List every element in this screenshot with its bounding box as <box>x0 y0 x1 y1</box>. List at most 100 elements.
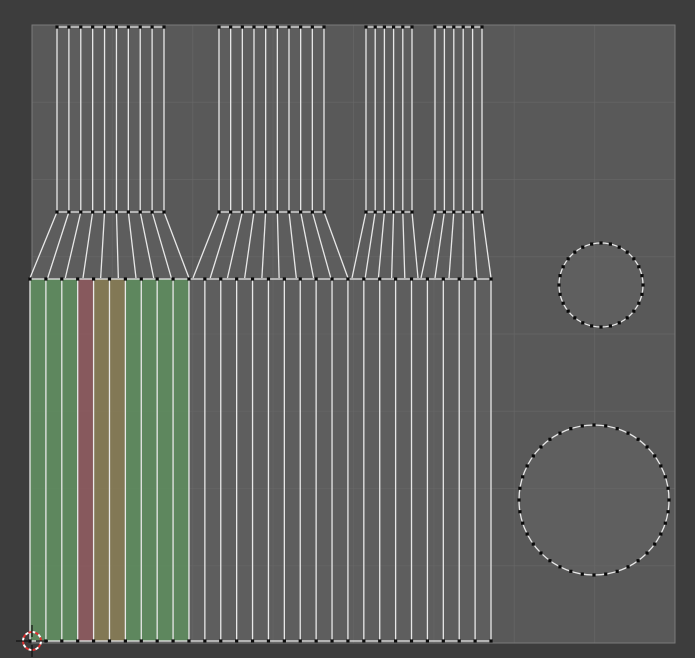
uv-vertex <box>636 437 640 441</box>
uv-vertex <box>604 572 608 576</box>
uv-vertex <box>641 283 645 287</box>
uv-vertex <box>645 445 649 449</box>
uv-vertex <box>107 639 112 643</box>
uv-vertex <box>637 265 641 269</box>
uv-face <box>61 279 78 641</box>
uv-vertex <box>637 301 641 305</box>
uv-vertex <box>441 277 445 281</box>
uv-face <box>152 27 164 212</box>
uv-vertex <box>114 210 119 214</box>
uv-vertex <box>626 431 630 435</box>
uv-vertex <box>590 324 594 328</box>
uv-vertex <box>362 277 366 281</box>
uv-vertex <box>433 25 437 29</box>
uv-vertex <box>299 210 303 214</box>
uv-vertex <box>203 277 207 281</box>
uv-vertex <box>441 639 445 643</box>
uv-vertex <box>229 210 233 214</box>
uv-face <box>220 279 237 641</box>
uv-vertex <box>102 210 107 214</box>
uv-vertex <box>518 510 522 514</box>
uv-face <box>427 279 444 641</box>
uv-vertex <box>592 423 596 427</box>
uv-vertex <box>139 639 143 643</box>
uv-vertex <box>531 542 535 546</box>
uv-vertex <box>663 475 667 479</box>
uv-vertex <box>471 210 475 214</box>
uv-vertex <box>91 25 95 29</box>
uv-vertex <box>229 25 233 29</box>
uv-vertex <box>457 639 461 643</box>
uv-vertex <box>44 277 48 281</box>
uv-face <box>219 27 231 212</box>
uv-vertex <box>401 210 405 214</box>
uv-vertex <box>126 210 130 214</box>
uv-face <box>30 279 46 641</box>
uv-face <box>242 27 254 212</box>
uv-vertex <box>581 321 585 325</box>
uv-face <box>93 279 110 641</box>
uv-vertex <box>518 486 522 490</box>
uv-vertex <box>67 25 71 29</box>
uv-vertex <box>659 464 663 468</box>
uv-vertex <box>548 559 552 563</box>
uv-vertex <box>409 639 414 643</box>
uv-face <box>230 27 243 212</box>
uv-vertex <box>275 25 279 29</box>
uv-vertex <box>473 277 477 281</box>
uv-vertex <box>625 250 629 254</box>
uv-vertex <box>60 639 64 643</box>
uv-vertex <box>392 25 396 29</box>
uv-vertex <box>425 277 430 281</box>
uv-face <box>109 279 126 641</box>
uv-vertex <box>155 639 159 643</box>
uv-vertex <box>653 454 657 458</box>
uv-vertex <box>138 210 142 214</box>
uv-vertex <box>640 292 644 296</box>
uv-vertex <box>55 25 59 29</box>
uv-vertex <box>539 445 543 449</box>
uv-vertex <box>590 242 594 246</box>
uv-vertex <box>314 639 318 643</box>
uv-vertex <box>666 486 670 490</box>
uv-vertex <box>322 210 326 214</box>
uv-vertex <box>219 277 223 281</box>
uv-editor-viewport[interactable] <box>0 0 695 658</box>
uv-vertex <box>566 257 570 261</box>
uv-vertex <box>569 569 573 573</box>
uv-vertex <box>217 25 221 29</box>
uv-vertex <box>264 25 268 29</box>
uv-face <box>472 27 482 212</box>
uv-face <box>141 279 158 641</box>
uv-face <box>116 27 129 212</box>
uv-vertex <box>489 277 493 281</box>
uv-vertex <box>76 277 80 281</box>
uv-vertex <box>91 277 96 281</box>
uv-vertex <box>632 257 636 261</box>
uv-vertex <box>235 639 239 643</box>
uv-vertex <box>617 321 621 325</box>
uv-face <box>92 27 105 212</box>
uv-vertex <box>525 464 529 468</box>
uv-canvas[interactable] <box>0 0 695 658</box>
uv-vertex <box>250 639 255 643</box>
uv-vertex <box>632 309 636 313</box>
uv-vertex <box>382 210 386 214</box>
uv-vertex <box>310 210 314 214</box>
uv-face <box>68 27 81 212</box>
uv-vertex <box>442 25 446 29</box>
uv-vertex <box>557 283 561 287</box>
uv-vertex <box>240 210 244 214</box>
uv-vertex <box>60 277 64 281</box>
uv-vertex <box>592 573 596 577</box>
uv-face <box>289 27 301 212</box>
uv-vertex <box>636 559 640 563</box>
uv-vertex <box>314 277 318 281</box>
uv-vertex <box>287 25 291 29</box>
uv-vertex <box>266 277 271 281</box>
uv-vertex <box>275 210 279 214</box>
uv-vertex <box>266 639 271 643</box>
uv-vertex <box>626 565 630 569</box>
uv-face <box>277 27 289 212</box>
uv-vertex <box>240 25 244 29</box>
